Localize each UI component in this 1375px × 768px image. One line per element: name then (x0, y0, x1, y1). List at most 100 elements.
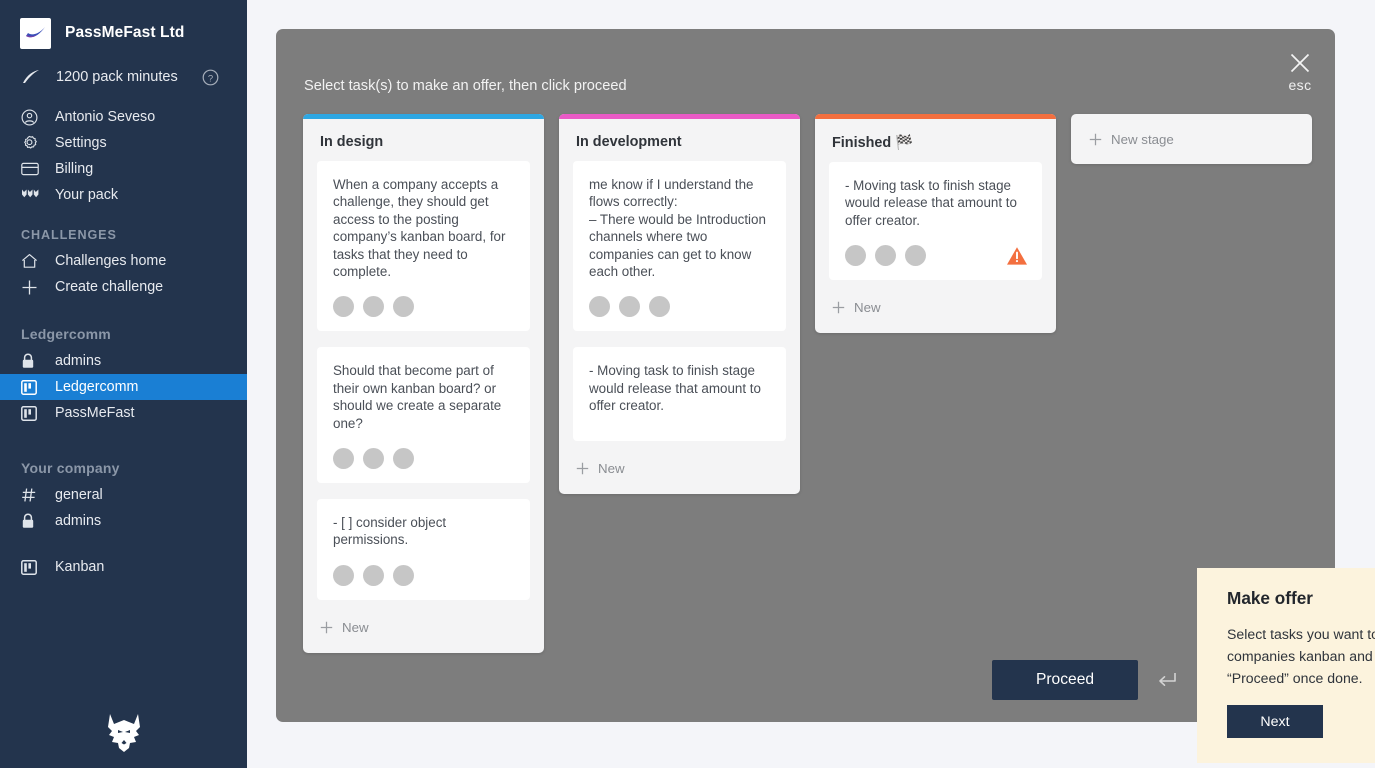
sidebar-item-kanban[interactable]: Kanban (0, 554, 247, 580)
sidebar-item-label: Challenges home (55, 253, 167, 269)
add-new-card-label: New (854, 300, 881, 316)
kanban-card[interactable]: - [ ] consider object permissions. (317, 499, 530, 600)
avatar[interactable] (875, 245, 896, 267)
modal-hint-text: Select task(s) to make an offer, then cl… (304, 78, 627, 94)
sidebar-item-label: Ledgercomm (55, 379, 139, 395)
sidebar-section-ledgercomm: Ledgercomm (21, 326, 111, 342)
kanban-card[interactable]: Should that become part of their own kan… (317, 347, 530, 484)
avatar[interactable] (333, 296, 354, 318)
gear-icon (21, 135, 42, 152)
column-cards: me know if I understand the flows correc… (559, 161, 800, 441)
add-new-card-button[interactable]: New (815, 296, 1056, 333)
proceed-button[interactable]: Proceed (992, 660, 1138, 700)
add-new-card-button[interactable]: New (559, 457, 800, 494)
add-new-stage-label: New stage (1111, 131, 1174, 147)
hash-icon (21, 487, 42, 503)
sidebar-item-challenges-home[interactable]: Challenges home (0, 248, 247, 274)
credits-text: 1200 pack minutes (56, 69, 178, 85)
sidebar-item-general[interactable]: general (0, 482, 247, 508)
popup-header: Make offer (1227, 588, 1375, 611)
app-root: PassMeFast Ltd 1200 pack minutes ? Anton… (0, 0, 1375, 768)
main-area: Select task(s) to make an offer, then cl… (247, 0, 1375, 768)
card-text: - [ ] consider object permissions. (333, 515, 447, 548)
sidebar-item-label: admins (55, 513, 102, 529)
kanban-icon (21, 379, 42, 395)
question-circle-icon[interactable]: ? (202, 69, 219, 86)
close-x-icon (1288, 51, 1312, 75)
sidebar-item-label: Your pack (55, 187, 119, 203)
sidebar-section-challenges: CHALLENGES (21, 228, 117, 242)
avatar[interactable] (393, 448, 414, 470)
avatar[interactable] (845, 245, 866, 267)
avatar[interactable] (333, 564, 354, 586)
add-new-card-label: New (598, 460, 625, 476)
avatar[interactable] (619, 296, 640, 318)
kanban-card[interactable]: - Moving task to finish stage would rele… (829, 162, 1042, 281)
avatar[interactable] (333, 448, 354, 470)
card-avatars (333, 448, 514, 470)
brand-name: PassMeFast Ltd (65, 24, 185, 41)
warning-triangle-icon[interactable] (1006, 246, 1028, 266)
make-offer-popup: Make offer Select tasks you want t compa… (1197, 568, 1375, 763)
modal-close-button[interactable]: esc (1288, 51, 1312, 93)
kanban-card[interactable]: me know if I understand the flows correc… (573, 161, 786, 332)
sidebar-item-passmefast[interactable]: PassMeFast (0, 400, 247, 426)
sidebar-item-settings[interactable]: Settings (0, 130, 247, 156)
kanban-card[interactable]: When a company accepts a challenge, they… (317, 161, 530, 332)
popup-next-button[interactable]: Next (1227, 705, 1323, 738)
sidebar-item-your-pack[interactable]: Your pack (0, 182, 247, 208)
kanban-card[interactable]: - Moving task to finish stage would rele… (573, 347, 786, 441)
card-text: When a company accepts a challenge, they… (333, 177, 506, 280)
swoosh-logo-icon (20, 17, 51, 49)
avatar[interactable] (649, 296, 670, 318)
kanban-column-finished: Finished 🏁 - Moving task to finish stage… (815, 114, 1056, 334)
sidebar-item-billing[interactable]: Billing (0, 156, 247, 182)
sidebar-item-create-challenge[interactable]: Create challenge (0, 274, 247, 300)
sidebar-item-antonio-seveso[interactable]: Antonio Seveso (0, 104, 247, 130)
sidebar-item-label: Antonio Seveso (55, 109, 156, 125)
sidebar-item-label: Kanban (55, 559, 105, 575)
proceed-area: Proceed (992, 660, 1178, 700)
kanban-icon (21, 559, 42, 575)
avatar[interactable] (363, 448, 384, 470)
add-new-card-label: New (342, 619, 369, 635)
card-text: me know if I understand the flows correc… (589, 177, 766, 280)
card-text: - Moving task to finish stage would rele… (845, 178, 1017, 228)
wolf-head-logo-icon (0, 712, 247, 754)
column-title: Finished 🏁 (832, 135, 914, 151)
feather-icon (20, 69, 42, 85)
add-new-card-button[interactable]: New (303, 616, 544, 653)
credit-card-icon (21, 162, 42, 176)
plus-icon (1089, 133, 1102, 146)
sidebar: PassMeFast Ltd 1200 pack minutes ? Anton… (0, 0, 247, 768)
avatar[interactable] (363, 296, 384, 318)
sidebar-item-label: Billing (55, 161, 94, 177)
kanban-column-in-design: In design When a company accepts a chall… (303, 114, 544, 653)
card-avatars (845, 245, 1026, 267)
popup-title: Make offer (1227, 588, 1313, 608)
avatar[interactable] (589, 296, 610, 318)
lock-icon (21, 513, 42, 529)
svg-text:?: ? (208, 73, 213, 84)
avatar[interactable] (363, 564, 384, 586)
plus-icon (320, 621, 333, 634)
sidebar-primary-list: Antonio Seveso Settings Billing Your pac… (0, 104, 247, 208)
column-cards: When a company accepts a challenge, they… (303, 161, 544, 600)
sidebar-item-label: admins (55, 353, 102, 369)
sidebar-section-your-company: Your company (21, 460, 120, 476)
avatar[interactable] (905, 245, 926, 267)
user-circle-icon (21, 109, 42, 126)
card-avatars (333, 564, 514, 586)
sidebar-brand[interactable]: PassMeFast Ltd (0, 0, 247, 52)
sidebar-item-ledgercomm-admins[interactable]: admins (0, 348, 247, 374)
pack-wolves-icon (21, 188, 42, 203)
avatar[interactable] (393, 296, 414, 318)
kanban-icon (21, 405, 42, 421)
avatar[interactable] (393, 564, 414, 586)
sidebar-item-ledgercomm[interactable]: Ledgercomm (0, 374, 247, 400)
enter-return-icon (1154, 669, 1178, 691)
column-title: In design (320, 134, 384, 150)
home-icon (21, 253, 42, 269)
add-new-stage-button[interactable]: New stage (1071, 114, 1312, 164)
sidebar-item-company-admins[interactable]: admins (0, 508, 247, 534)
